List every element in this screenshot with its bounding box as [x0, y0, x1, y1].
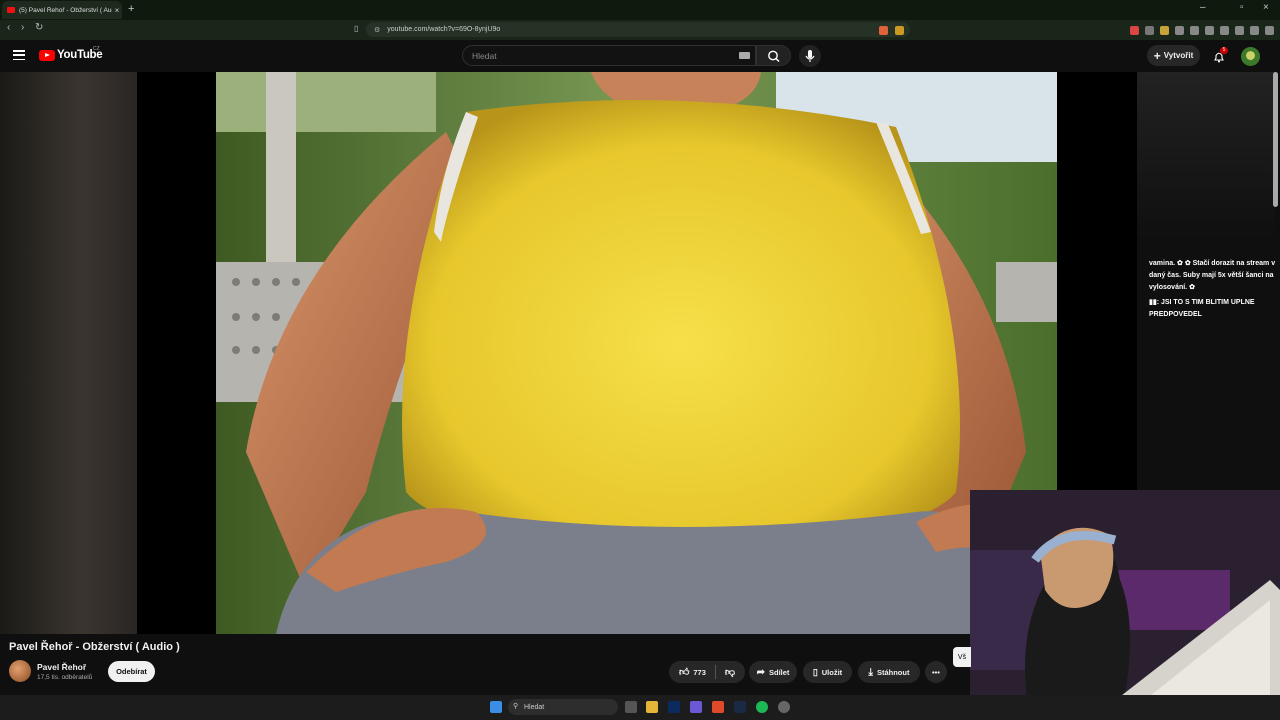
- media-icon[interactable]: [1190, 26, 1199, 35]
- minimize-icon[interactable]: –: [1200, 2, 1206, 13]
- windows-start-icon[interactable]: [490, 701, 502, 713]
- spotify-icon[interactable]: [756, 701, 768, 713]
- reload-icon[interactable]: ↻: [35, 22, 43, 33]
- steam-icon[interactable]: [734, 701, 746, 713]
- download-icon: ⤓: [868, 666, 873, 678]
- obs-icon[interactable]: [778, 701, 790, 713]
- extensions-icon[interactable]: [1175, 26, 1184, 35]
- search-input[interactable]: Hledat: [462, 45, 756, 66]
- taskbar-search[interactable]: Hledat: [508, 699, 618, 715]
- chat-message: ▮▮: JSI TO S TIM BLITIM UPLNE PREDPOVEDE…: [1149, 299, 1255, 318]
- channel-avatar[interactable]: [9, 660, 31, 682]
- create-button[interactable]: + Vytvořit: [1147, 45, 1200, 66]
- like-count: 773: [693, 667, 706, 677]
- page-scrollbar[interactable]: [1273, 72, 1278, 207]
- thumbs-down-icon[interactable]: 👎︎: [725, 666, 735, 678]
- new-tab-icon[interactable]: +: [128, 3, 134, 15]
- extension-3-icon[interactable]: [1160, 26, 1169, 35]
- hamburger-menu-icon[interactable]: [13, 50, 25, 60]
- download-button[interactable]: ⤓ Stáhnout: [858, 661, 920, 683]
- video-title: Pavel Řehoř - Obžerství ( Audio ): [9, 641, 180, 653]
- back-icon[interactable]: ‹: [7, 22, 10, 33]
- letterbox-left: [137, 72, 216, 634]
- video-frame-image: [216, 72, 1057, 634]
- sidebar-icon[interactable]: [1205, 26, 1214, 35]
- share-button[interactable]: ➦ Sdílet: [749, 661, 797, 683]
- windows-taskbar: [0, 695, 1280, 720]
- search-placeholder: Hledat: [472, 50, 497, 61]
- bookmark-icon[interactable]: ▯: [354, 24, 358, 33]
- like-button[interactable]: 👍︎ 773: [679, 666, 706, 678]
- microphone-icon: [805, 50, 815, 62]
- save-label: Uložit: [821, 667, 843, 677]
- address-bar[interactable]: ⚙ youtube.com/watch?v=69O-8ynjU9o: [366, 22, 910, 37]
- browser-tab-active[interactable]: (5) Pavel Řehoř - Obžerství ( Audio ) - …: [2, 1, 122, 19]
- forward-icon[interactable]: ›: [21, 22, 24, 33]
- notification-count-badge: 5: [1220, 47, 1228, 54]
- youtube-favicon-icon: [7, 7, 15, 13]
- video-player[interactable]: [216, 72, 1057, 634]
- photoshop-icon[interactable]: [668, 701, 680, 713]
- divider: [714, 665, 716, 679]
- discord-icon[interactable]: [690, 701, 702, 713]
- maximize-icon[interactable]: ▫: [1240, 2, 1244, 13]
- bookmark-save-icon: ▯: [812, 666, 818, 677]
- search-button[interactable]: [756, 45, 791, 66]
- save-button[interactable]: ▯ Uložit: [803, 661, 852, 683]
- extension-2-icon[interactable]: [1145, 26, 1154, 35]
- share-icon: ➦: [756, 666, 765, 678]
- country-code: CZ: [93, 46, 100, 52]
- webcam-image: [970, 490, 1280, 720]
- all-filter-chip[interactable]: Vš: [953, 647, 971, 667]
- share-label: Sdílet: [768, 667, 790, 677]
- search-icon: [768, 50, 780, 63]
- chat-message: vamina. ✿ ✿ Stačí dorazit na stream v da…: [1149, 260, 1276, 291]
- url-text: youtube.com/watch?v=69O-8ynjU9o: [387, 26, 501, 33]
- tab-title: (5) Pavel Řehoř - Obžerství ( Audio ) - …: [19, 6, 112, 14]
- like-dislike-group: 👍︎ 773 👎︎: [669, 661, 745, 683]
- subscriber-count: 17,5 tis. odběratelů: [37, 674, 93, 681]
- voice-search-button[interactable]: [799, 45, 821, 67]
- menu-icon[interactable]: [1265, 26, 1274, 35]
- streamer-webcam: [970, 490, 1280, 720]
- account-avatar[interactable]: [1241, 47, 1260, 66]
- ambient-left-panel: [0, 72, 137, 634]
- channel-name[interactable]: Pavel Řehoř: [37, 662, 86, 672]
- create-label: Vytvořit: [1163, 51, 1194, 60]
- youtube-logo-icon[interactable]: [39, 50, 55, 61]
- brave-rewards-icon[interactable]: [895, 26, 904, 35]
- download-label: Stáhnout: [876, 667, 910, 677]
- brave-shield-icon[interactable]: [879, 26, 888, 35]
- plus-icon: +: [1153, 48, 1161, 63]
- keyboard-icon[interactable]: [739, 52, 750, 59]
- browser-tab-bar: [0, 0, 1280, 20]
- more-icon: •••: [932, 667, 940, 677]
- more-actions-button[interactable]: •••: [925, 661, 947, 683]
- task-view-icon[interactable]: [625, 701, 637, 713]
- extension-1-icon[interactable]: [1130, 26, 1139, 35]
- taskbar-search-label: Hledat: [524, 703, 545, 711]
- tab-close-icon[interactable]: ×: [112, 6, 122, 15]
- site-info-icon[interactable]: ⚙: [374, 26, 380, 34]
- file-explorer-icon[interactable]: [646, 701, 658, 713]
- thumbs-up-icon: 👍︎: [678, 667, 690, 678]
- taskbar-search-icon: ⚲: [513, 703, 519, 710]
- close-window-icon[interactable]: ×: [1263, 2, 1269, 13]
- wallet-icon[interactable]: [1220, 26, 1229, 35]
- vpn-icon[interactable]: [1250, 26, 1259, 35]
- subscribe-button[interactable]: Odebírat: [108, 661, 155, 682]
- brave-browser-icon[interactable]: [712, 701, 724, 713]
- leo-icon[interactable]: [1235, 26, 1244, 35]
